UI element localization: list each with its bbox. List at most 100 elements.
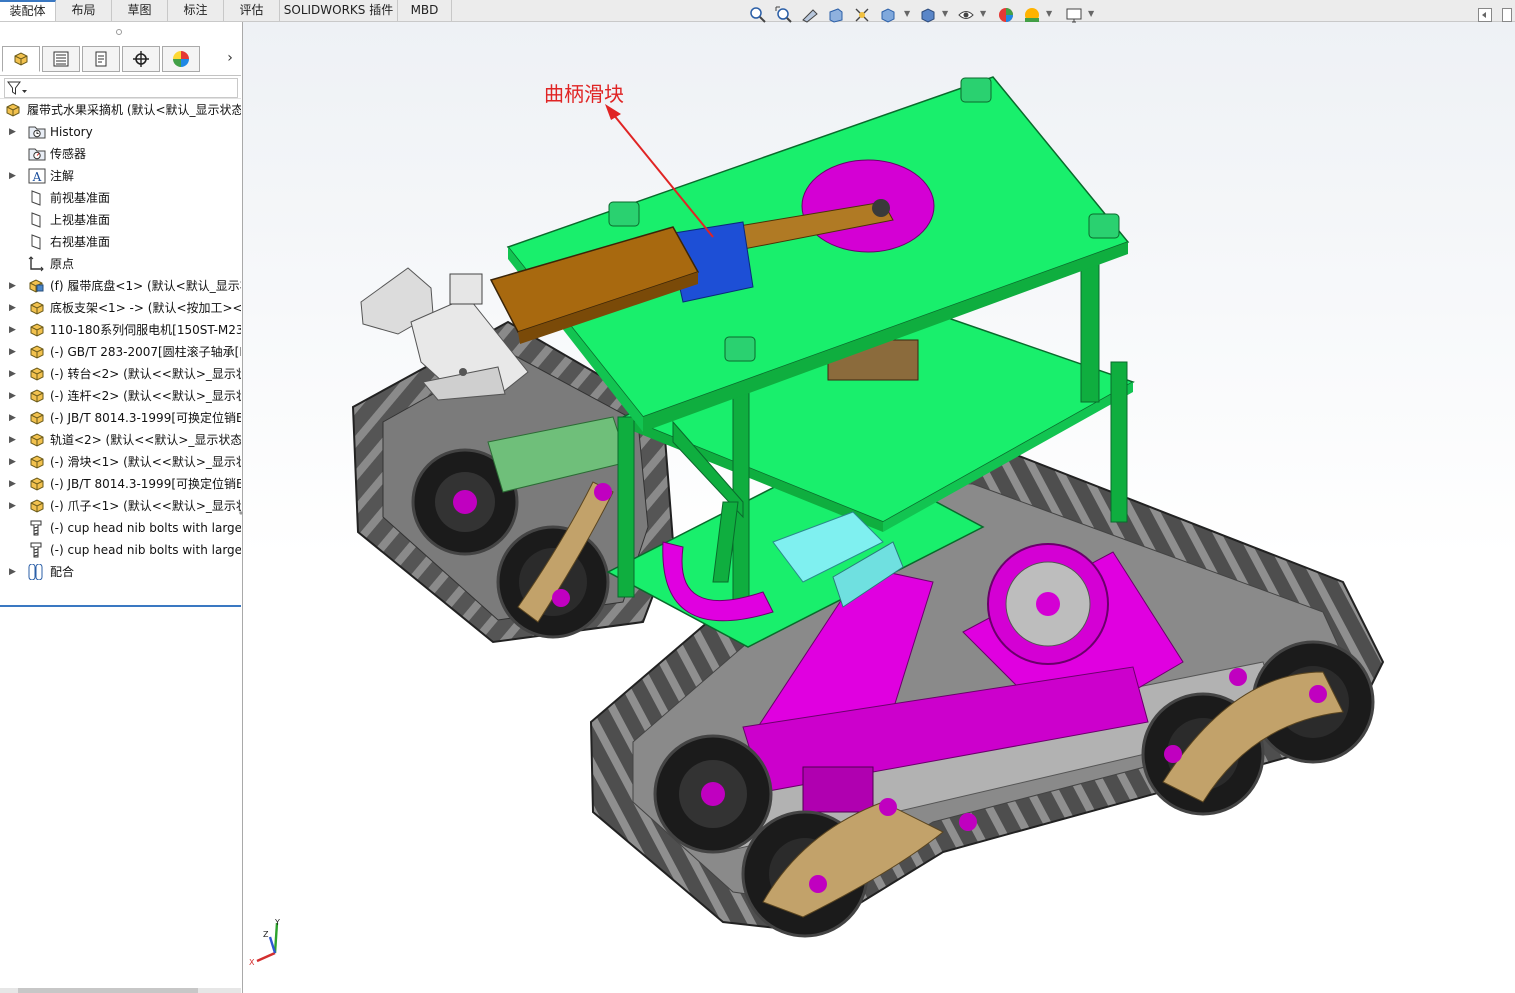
dropdown-arrow-icon[interactable]: ▼ bbox=[980, 9, 986, 18]
panel-collapse-icon[interactable] bbox=[1478, 8, 1492, 22]
tree-item-front-plane[interactable]: 前视基准面 bbox=[0, 187, 241, 209]
part-icon bbox=[28, 498, 44, 514]
tree-item-rail[interactable]: ▶ 轨道<2> (默认<<默认>_显示状态 bbox=[0, 429, 241, 451]
panel-grip-icon[interactable] bbox=[116, 29, 122, 35]
part-icon bbox=[28, 322, 44, 338]
triad-z-label: Z bbox=[263, 930, 269, 939]
tree-item-label: (f) 履带底盘<1> (默认<默认_显示状 bbox=[50, 279, 241, 293]
bolt-icon bbox=[28, 520, 44, 536]
crawler-picker-model bbox=[351, 76, 1385, 938]
part-icon bbox=[28, 366, 44, 382]
tree-item-mates[interactable]: ▶ 配合 bbox=[0, 561, 241, 583]
expand-arrow-icon[interactable]: ▶ bbox=[9, 412, 19, 424]
tab-evaluate[interactable]: 评估 bbox=[224, 0, 280, 21]
tree-end-divider bbox=[0, 605, 241, 607]
view-orientation-icon[interactable] bbox=[878, 5, 898, 25]
expand-arrow-icon[interactable]: ▶ bbox=[9, 434, 19, 446]
assembly-icon bbox=[5, 102, 21, 118]
tab-dimxpert-manager[interactable] bbox=[122, 46, 160, 72]
expand-arrow-icon[interactable]: ▶ bbox=[9, 390, 19, 402]
section-view-icon[interactable] bbox=[826, 5, 846, 25]
chevron-right-icon[interactable]: › bbox=[222, 50, 238, 70]
display-manager-icon bbox=[173, 51, 189, 67]
filter-icon bbox=[7, 81, 27, 95]
tree-item-locating-pin-1[interactable]: ▶ (-) JB/T 8014.3-1999[可换定位销B bbox=[0, 407, 241, 429]
display-style-icon[interactable] bbox=[918, 5, 938, 25]
expand-arrow-icon[interactable]: ▶ bbox=[9, 368, 19, 380]
tree-item-servo-motor[interactable]: ▶ 110-180系列伺服电机[150ST-M23 bbox=[0, 319, 241, 341]
tab-sketch[interactable]: 草图 bbox=[112, 0, 168, 21]
tree-item-label: 前视基准面 bbox=[50, 191, 111, 205]
tab-layout[interactable]: 布局 bbox=[56, 0, 112, 21]
triad-x-label: X bbox=[249, 958, 255, 967]
dynamic-annotation-icon[interactable] bbox=[852, 5, 872, 25]
tab-feature-manager[interactable] bbox=[2, 46, 40, 72]
tree-item-roller-bearing[interactable]: ▶ (-) GB/T 283-2007[圆柱滚子轴承[N bbox=[0, 341, 241, 363]
tree-item-bolt-1[interactable]: (-) cup head nib bolts with large bbox=[0, 517, 241, 539]
expand-arrow-icon[interactable]: ▶ bbox=[9, 324, 19, 336]
scrollbar-thumb[interactable] bbox=[18, 988, 198, 993]
tree-item-history[interactable]: ▶ History bbox=[0, 121, 241, 143]
dropdown-arrow-icon[interactable]: ▼ bbox=[904, 9, 910, 18]
plane-icon bbox=[28, 234, 44, 250]
expand-arrow-icon[interactable]: ▶ bbox=[9, 126, 19, 138]
graphics-area[interactable]: 曲柄滑块 Y X Z bbox=[243, 22, 1515, 993]
sensor-icon bbox=[28, 146, 46, 162]
hide-show-icon[interactable] bbox=[956, 5, 976, 25]
tree-item-base-bracket[interactable]: ▶ 底板支架<1> -> (默认<按加工>< bbox=[0, 297, 241, 319]
tree-item-origin[interactable]: 原点 bbox=[0, 253, 241, 275]
filter-input[interactable] bbox=[4, 78, 238, 98]
tree-item-sensors[interactable]: 传感器 bbox=[0, 143, 241, 165]
tab-display-manager[interactable] bbox=[162, 46, 200, 72]
tree-item-track-chassis[interactable]: ▶ (f) 履带底盘<1> (默认<默认_显示状 bbox=[0, 275, 241, 297]
tree-item-label: 轨道<2> (默认<<默认>_显示状态 bbox=[50, 433, 241, 447]
expand-arrow-icon[interactable]: ▶ bbox=[9, 456, 19, 468]
expand-arrow-icon[interactable]: ▶ bbox=[9, 566, 19, 578]
tree-item-locating-pin-2[interactable]: ▶ (-) JB/T 8014.3-1999[可换定位销B bbox=[0, 473, 241, 495]
tree-item-annotations[interactable]: ▶ A 注解 bbox=[0, 165, 241, 187]
expand-arrow-icon[interactable]: ▶ bbox=[9, 170, 19, 182]
previous-view-icon[interactable] bbox=[800, 5, 820, 25]
tree-item-label: 上视基准面 bbox=[50, 213, 111, 227]
tree-item-root-assembly[interactable]: 履带式水果采摘机 (默认<默认_显示状态 bbox=[0, 99, 241, 121]
zoom-to-fit-icon[interactable] bbox=[748, 5, 768, 25]
dropdown-arrow-icon[interactable]: ▼ bbox=[1088, 9, 1094, 18]
expand-arrow-icon[interactable]: ▶ bbox=[9, 302, 19, 314]
tree-item-slider[interactable]: ▶ (-) 滑块<1> (默认<<默认>_显示状 bbox=[0, 451, 241, 473]
feature-manager-icon bbox=[14, 52, 28, 66]
tree-item-top-plane[interactable]: 上视基准面 bbox=[0, 209, 241, 231]
tab-assembly[interactable]: 装配体 bbox=[0, 0, 56, 21]
tree-item-bolt-2[interactable]: (-) cup head nib bolts with large bbox=[0, 539, 241, 561]
panel-tabs bbox=[2, 46, 242, 74]
horizontal-scrollbar[interactable] bbox=[0, 988, 241, 993]
dropdown-arrow-icon[interactable]: ▼ bbox=[1046, 9, 1052, 18]
tab-markup[interactable]: 标注 bbox=[168, 0, 224, 21]
zoom-to-area-icon[interactable] bbox=[774, 5, 794, 25]
part-icon bbox=[28, 410, 44, 426]
expand-arrow-icon[interactable]: ▶ bbox=[9, 478, 19, 490]
tree-item-right-plane[interactable]: 右视基准面 bbox=[0, 231, 241, 253]
part-icon bbox=[28, 454, 44, 470]
tree-item-label: 履带式水果采摘机 (默认<默认_显示状态 bbox=[27, 103, 241, 117]
apply-scene-icon[interactable] bbox=[1022, 5, 1042, 25]
tab-solidworks-addins[interactable]: SOLIDWORKS 插件 bbox=[280, 0, 398, 21]
tree-item-connecting-rod[interactable]: ▶ (-) 连杆<2> (默认<<默认>_显示状 bbox=[0, 385, 241, 407]
edit-appearance-icon[interactable] bbox=[996, 5, 1016, 25]
part-icon bbox=[28, 388, 44, 404]
tree-item-label: 原点 bbox=[50, 257, 75, 271]
expand-arrow-icon[interactable]: ▶ bbox=[9, 346, 19, 358]
part-icon bbox=[28, 476, 44, 492]
history-folder-icon bbox=[28, 124, 46, 140]
tab-mbd[interactable]: MBD bbox=[398, 0, 452, 21]
expand-arrow-icon[interactable]: ▶ bbox=[9, 280, 19, 292]
view-settings-icon[interactable] bbox=[1064, 5, 1084, 25]
tab-property-manager[interactable] bbox=[42, 46, 80, 72]
restore-window-icon[interactable] bbox=[1502, 8, 1512, 22]
tree-item-turntable[interactable]: ▶ (-) 转台<2> (默认<<默认>_显示状 bbox=[0, 363, 241, 385]
mates-icon bbox=[27, 563, 43, 581]
expand-arrow-icon[interactable]: ▶ bbox=[9, 500, 19, 512]
tab-configuration-manager[interactable] bbox=[82, 46, 120, 72]
tree-item-label: 右视基准面 bbox=[50, 235, 111, 249]
tree-item-gripper[interactable]: ▶ (-) 爪子<1> (默认<<默认>_显示状 bbox=[0, 495, 241, 517]
dropdown-arrow-icon[interactable]: ▼ bbox=[942, 9, 948, 18]
